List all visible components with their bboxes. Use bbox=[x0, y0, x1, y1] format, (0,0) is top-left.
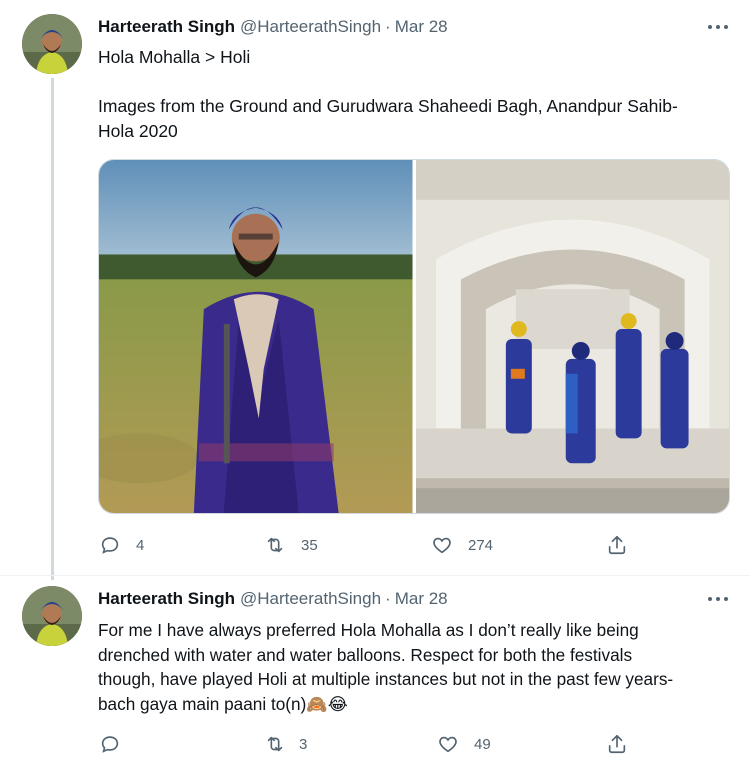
tweet-actions: 4 35 274 bbox=[98, 532, 638, 558]
gurudwara-photo bbox=[415, 160, 729, 513]
media-photo-1[interactable] bbox=[99, 160, 413, 513]
tweet-header: Harteerath Singh @HarteerathSingh · Mar … bbox=[98, 15, 448, 39]
retweet-icon bbox=[263, 732, 287, 756]
tweet-date[interactable]: Mar 28 bbox=[395, 589, 448, 609]
tweet-actions: 3 49 bbox=[98, 731, 638, 757]
avatar-image bbox=[22, 586, 82, 646]
author-name[interactable]: Harteerath Singh bbox=[98, 589, 235, 609]
tweet-text-line: Hola 2020 bbox=[98, 120, 178, 141]
tweet-date[interactable]: Mar 28 bbox=[395, 17, 448, 37]
reply-button[interactable] bbox=[98, 731, 136, 757]
author-handle[interactable]: @HarteerathSingh bbox=[240, 17, 381, 37]
media-photo-2[interactable] bbox=[415, 160, 729, 513]
like-count: 49 bbox=[474, 735, 491, 753]
share-icon bbox=[605, 732, 629, 756]
tweet-text-line: bach gaya main paani to(n)🙈😂 bbox=[98, 693, 348, 714]
separator: · bbox=[385, 589, 391, 608]
share-icon bbox=[605, 533, 629, 557]
retweet-count: 35 bbox=[301, 536, 318, 554]
tweet-text-line: drenched with water and water balloons. … bbox=[98, 644, 633, 665]
reply-button[interactable]: 4 bbox=[98, 532, 144, 558]
tweet-text: Hola Mohalla > Holi Images from the Grou… bbox=[98, 45, 738, 143]
tweet-text-line: Hola Mohalla > Holi bbox=[98, 47, 251, 67]
tweet-text-line: Images from the Ground and Gurudwara Sha… bbox=[98, 96, 678, 116]
heart-icon bbox=[436, 732, 460, 756]
thread-line bbox=[51, 78, 54, 580]
retweet-icon bbox=[263, 533, 287, 557]
portrait-photo bbox=[99, 160, 413, 513]
reply-count: 4 bbox=[136, 536, 145, 554]
retweet-button[interactable]: 35 bbox=[263, 532, 318, 558]
tweet-text: For me I have always preferred Hola Moha… bbox=[98, 618, 738, 716]
tweet-text-line: For me I have always preferred Hola Moha… bbox=[98, 620, 639, 640]
more-icon[interactable] bbox=[708, 589, 728, 609]
tweet[interactable]: Harteerath Singh @HarteerathSingh · Mar … bbox=[0, 0, 750, 580]
author-name[interactable]: Harteerath Singh bbox=[98, 17, 235, 37]
avatar-image bbox=[22, 14, 82, 74]
share-button[interactable] bbox=[605, 532, 629, 558]
like-button[interactable]: 49 bbox=[436, 731, 491, 757]
tweet-header: Harteerath Singh @HarteerathSingh · Mar … bbox=[98, 587, 448, 611]
avatar[interactable] bbox=[22, 14, 82, 74]
author-handle[interactable]: @HarteerathSingh bbox=[240, 589, 381, 609]
reply-icon bbox=[98, 533, 122, 557]
retweet-button[interactable]: 3 bbox=[263, 731, 307, 757]
heart-icon bbox=[430, 533, 454, 557]
tweet-media[interactable] bbox=[98, 159, 730, 514]
tweet[interactable]: Harteerath Singh @HarteerathSingh · Mar … bbox=[0, 575, 750, 772]
retweet-count: 3 bbox=[299, 735, 308, 753]
like-count: 274 bbox=[468, 536, 494, 554]
separator: · bbox=[385, 17, 391, 36]
tweet-text-line bbox=[98, 70, 738, 95]
share-button[interactable] bbox=[605, 731, 629, 757]
more-icon[interactable] bbox=[708, 17, 728, 37]
tweet-text-line: though, have played Holi at multiple ins… bbox=[98, 669, 674, 689]
avatar[interactable] bbox=[22, 586, 82, 646]
reply-icon bbox=[98, 732, 122, 756]
like-button[interactable]: 274 bbox=[430, 532, 493, 558]
